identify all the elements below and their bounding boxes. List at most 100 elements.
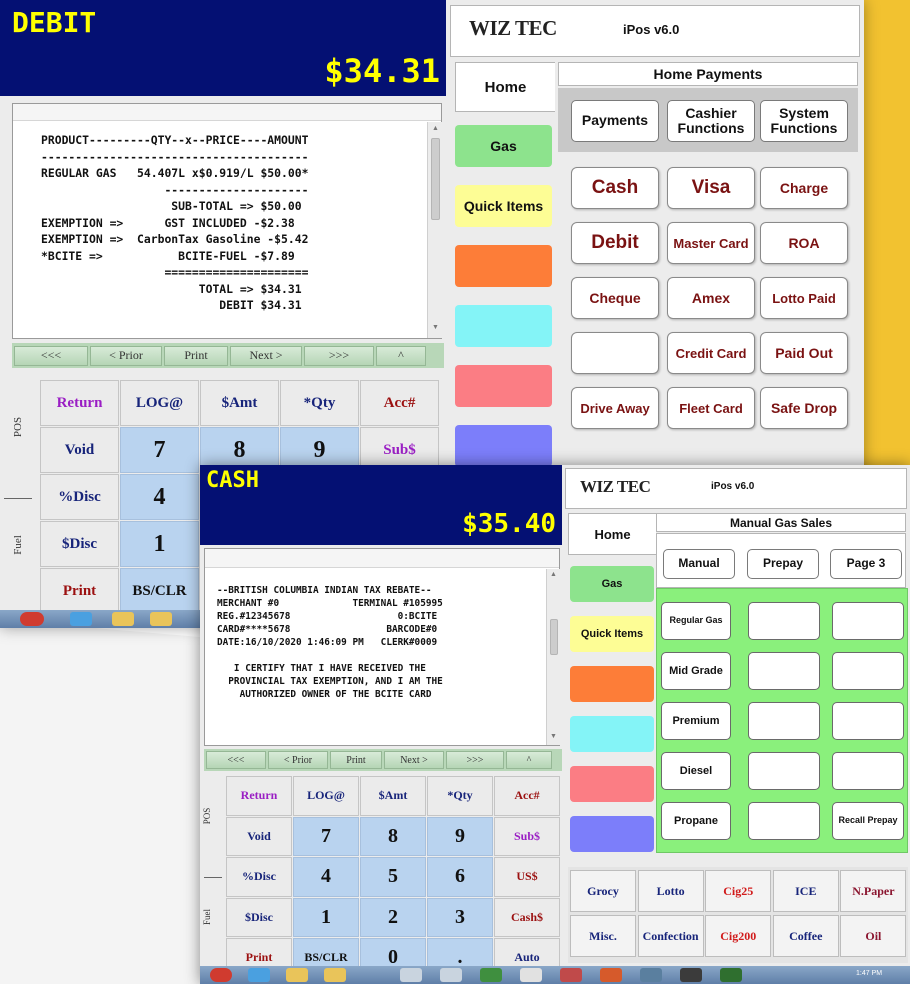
payment-cheque-button[interactable]: Cheque [571, 277, 659, 319]
side-tab-cyan[interactable] [455, 305, 552, 347]
folder-icon[interactable] [286, 968, 308, 982]
category-cig200-button[interactable]: Cig200 [705, 915, 772, 957]
gas-blank-button[interactable] [832, 602, 904, 640]
key-4[interactable]: 4 [293, 857, 359, 897]
payment-blank-button[interactable] [571, 332, 659, 374]
side-tab-blue[interactable] [570, 816, 654, 852]
side-tab-orange[interactable] [455, 245, 552, 287]
payment-cash-button[interactable]: Cash [571, 167, 659, 209]
app-icon[interactable] [400, 968, 422, 982]
key-disc[interactable]: %Disc [226, 857, 292, 897]
category-n-paper-button[interactable]: N.Paper [840, 870, 907, 912]
gas-blank-button[interactable] [748, 602, 820, 640]
folder-icon[interactable] [150, 612, 172, 626]
category-misc-button[interactable]: Misc. [570, 915, 636, 957]
payment-amex-button[interactable]: Amex [667, 277, 755, 319]
gas-regular-gas-button[interactable]: Regular Gas [661, 602, 731, 640]
key-acc[interactable]: Acc# [494, 776, 560, 816]
gas-premium-button[interactable]: Premium [661, 702, 731, 740]
key-disc[interactable]: %Disc [40, 474, 119, 520]
key-amt[interactable]: $Amt [200, 380, 279, 426]
nav-first-button[interactable]: <<< [206, 751, 266, 769]
gas-blank-button[interactable] [748, 802, 820, 840]
nav-prior-button[interactable]: < Prior [268, 751, 328, 769]
payment-charge-button[interactable]: Charge [760, 167, 848, 209]
payment-safe-drop-button[interactable]: Safe Drop [760, 387, 848, 429]
key-2[interactable]: 2 [360, 897, 426, 937]
key-cash[interactable]: Cash$ [494, 897, 560, 937]
tab-home[interactable]: Home [568, 513, 656, 555]
key-7[interactable]: 7 [120, 427, 199, 473]
start-button-icon[interactable] [20, 612, 44, 626]
nav-up-button[interactable]: ^ [376, 345, 426, 366]
receipt-scrollbar[interactable]: ▲ ▼ [546, 569, 560, 745]
key-4[interactable]: 4 [120, 474, 199, 520]
app-icon[interactable] [640, 968, 662, 982]
category-cig25-button[interactable]: Cig25 [705, 870, 772, 912]
nav-up-button[interactable]: ^ [506, 751, 552, 769]
app-icon[interactable] [440, 968, 462, 982]
gas-mid-grade-button[interactable]: Mid Grade [661, 652, 731, 690]
browser-icon[interactable] [70, 612, 92, 626]
payment-credit-card-button[interactable]: Credit Card [667, 332, 755, 374]
gas-blank-button[interactable] [748, 652, 820, 690]
payment-drive-away-button[interactable]: Drive Away [571, 387, 659, 429]
payment-paid-out-button[interactable]: Paid Out [760, 332, 848, 374]
category-lotto-button[interactable]: Lotto [637, 870, 704, 912]
app-icon[interactable] [720, 968, 742, 982]
key-8[interactable]: 8 [360, 816, 426, 856]
scroll-thumb[interactable] [550, 619, 558, 655]
scroll-thumb[interactable] [431, 138, 440, 220]
nav-prior-button[interactable]: < Prior [90, 345, 162, 366]
key-disc[interactable]: $Disc [40, 521, 119, 567]
gas-propane-button[interactable]: Propane [661, 802, 731, 840]
sub-tab-manual[interactable]: Manual [663, 549, 735, 579]
payment-visa-button[interactable]: Visa [667, 167, 755, 209]
key-qty[interactable]: *Qty [427, 776, 493, 816]
key-qty[interactable]: *Qty [280, 380, 359, 426]
scroll-up-icon[interactable]: ▲ [432, 125, 439, 132]
key-1[interactable]: 1 [120, 521, 199, 567]
key-acc[interactable]: Acc# [360, 380, 439, 426]
sub-tab-prepay[interactable]: Prepay [747, 549, 819, 579]
sub-tab-cashier-functions[interactable]: Cashier Functions [667, 100, 755, 142]
key-sub[interactable]: Sub$ [494, 816, 560, 856]
folder-icon[interactable] [112, 612, 134, 626]
key-return[interactable]: Return [226, 776, 292, 816]
side-tab-pink[interactable] [570, 766, 654, 802]
payment-debit-button[interactable]: Debit [571, 222, 659, 264]
gas-blank-button[interactable] [832, 652, 904, 690]
nav-next-button[interactable]: Next > [230, 345, 302, 366]
category-coffee-button[interactable]: Coffee [772, 915, 839, 957]
key-3[interactable]: 3 [427, 897, 493, 937]
key-bs-clr[interactable]: BS/CLR [120, 568, 199, 614]
gas-diesel-button[interactable]: Diesel [661, 752, 731, 790]
side-tab-quick-items[interactable]: Quick Items [570, 616, 654, 652]
side-tab-orange[interactable] [570, 666, 654, 702]
browser-icon[interactable] [248, 968, 270, 982]
payment-fleet-card-button[interactable]: Fleet Card [667, 387, 755, 429]
key-void[interactable]: Void [40, 427, 119, 473]
tab-home[interactable]: Home [455, 62, 555, 112]
side-tab-gas[interactable]: Gas [455, 125, 552, 167]
key-amt[interactable]: $Amt [360, 776, 426, 816]
app-icon[interactable] [480, 968, 502, 982]
nav-last-button[interactable]: >>> [304, 345, 374, 366]
side-tab-pink[interactable] [455, 365, 552, 407]
key-1[interactable]: 1 [293, 897, 359, 937]
folder-icon[interactable] [324, 968, 346, 982]
nav-next-button[interactable]: Next > [384, 751, 444, 769]
scroll-down-icon[interactable]: ▼ [432, 324, 439, 331]
category-ice-button[interactable]: ICE [772, 870, 839, 912]
gas-recall-prepay-button[interactable]: Recall Prepay [832, 802, 904, 840]
gas-blank-button[interactable] [832, 702, 904, 740]
side-tab-gas[interactable]: Gas [570, 566, 654, 602]
gas-blank-button[interactable] [748, 752, 820, 790]
gas-blank-button[interactable] [748, 702, 820, 740]
key-return[interactable]: Return [40, 380, 119, 426]
payment-lotto-paid-button[interactable]: Lotto Paid [760, 277, 848, 319]
category-oil-button[interactable]: Oil [840, 915, 907, 957]
side-tab-blue[interactable] [455, 425, 552, 467]
app-icon[interactable] [520, 968, 542, 982]
nav-print-button[interactable]: Print [330, 751, 382, 769]
